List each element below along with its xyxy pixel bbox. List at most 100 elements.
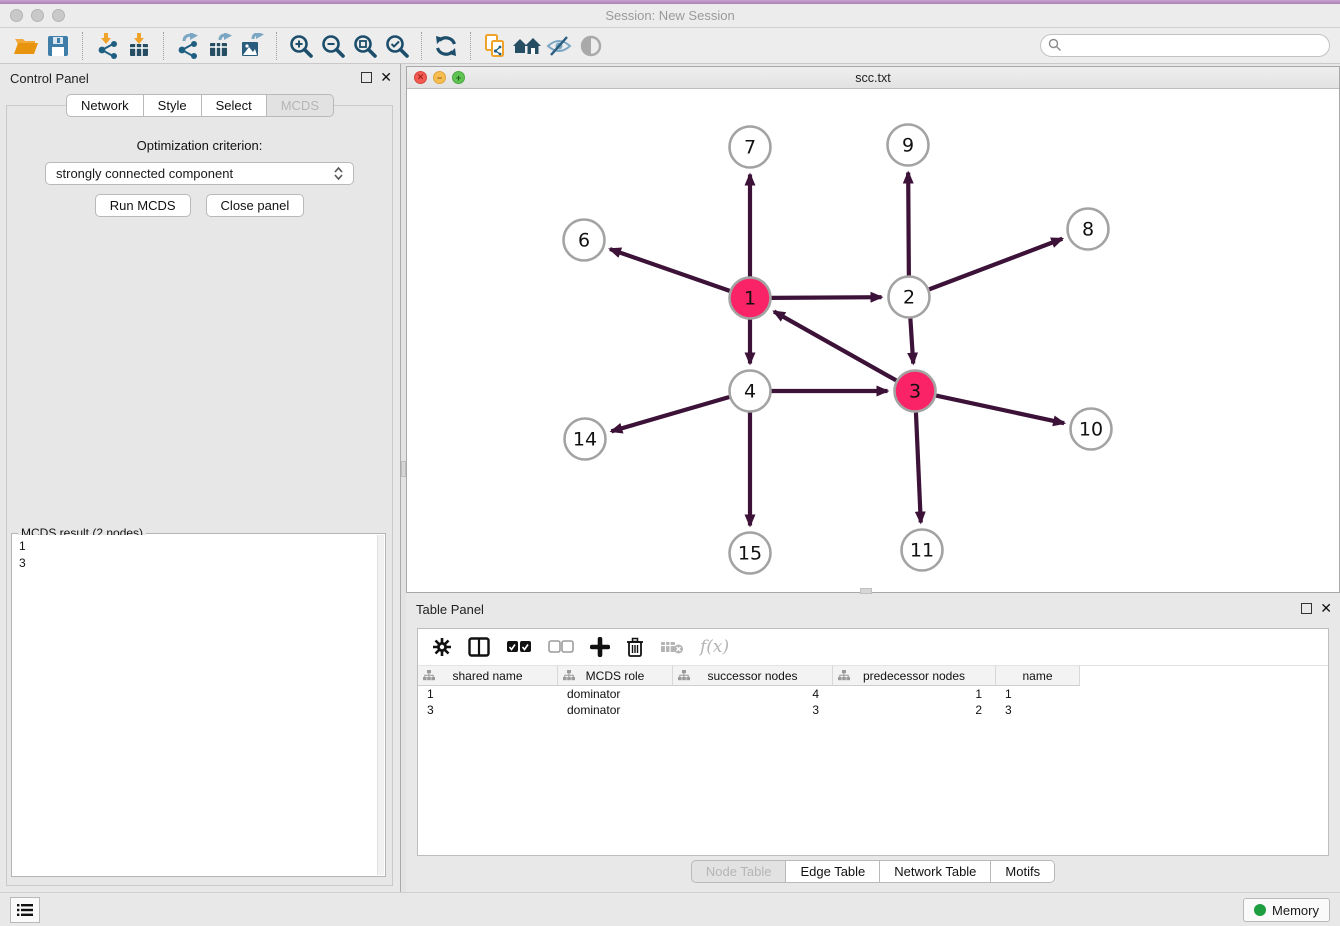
zoom-selected-icon[interactable] bbox=[381, 31, 413, 61]
gear-icon[interactable] bbox=[432, 637, 452, 657]
edge-3-10[interactable] bbox=[936, 396, 1064, 424]
select-all-icon[interactable] bbox=[506, 640, 532, 654]
float-table-panel-icon[interactable] bbox=[1301, 603, 1312, 614]
export-network-icon[interactable] bbox=[172, 31, 204, 61]
import-table-icon[interactable] bbox=[123, 31, 155, 61]
export-table-icon[interactable] bbox=[204, 31, 236, 61]
graph-node-14[interactable]: 14 bbox=[565, 419, 606, 460]
show-panel-list-button[interactable] bbox=[10, 897, 40, 923]
refresh-layout-icon[interactable] bbox=[430, 31, 462, 61]
select-none-icon[interactable] bbox=[548, 640, 574, 654]
toolbar-separator bbox=[421, 32, 422, 60]
tab-motifs[interactable]: Motifs bbox=[991, 860, 1055, 883]
table-cell[interactable]: 3 bbox=[418, 702, 558, 718]
table-cell[interactable]: 3 bbox=[673, 702, 833, 718]
graph-node-4[interactable]: 4 bbox=[730, 371, 771, 412]
clone-network-icon[interactable] bbox=[479, 31, 511, 61]
table-cell[interactable]: 1 bbox=[833, 686, 996, 702]
tab-network-table[interactable]: Network Table bbox=[880, 860, 991, 883]
table-cell[interactable]: dominator bbox=[558, 686, 673, 702]
add-row-icon[interactable] bbox=[590, 637, 610, 657]
toolbar-search bbox=[1040, 34, 1330, 57]
delete-row-icon[interactable] bbox=[626, 637, 644, 657]
table-cell[interactable]: 1 bbox=[418, 686, 558, 702]
open-file-icon[interactable] bbox=[10, 31, 42, 61]
column-header-successor-nodes[interactable]: successor nodes bbox=[673, 666, 833, 686]
graph-node-1[interactable]: 1 bbox=[730, 278, 771, 319]
graph-node-15[interactable]: 15 bbox=[730, 533, 771, 574]
column-header-name[interactable]: name bbox=[996, 666, 1080, 686]
table-toolbar: f(x) bbox=[418, 629, 1328, 666]
graph-node-7[interactable]: 7 bbox=[730, 127, 771, 168]
home-icon[interactable] bbox=[511, 31, 543, 61]
edge-1-2[interactable] bbox=[771, 297, 881, 298]
edge-3-11[interactable] bbox=[916, 412, 921, 522]
eye-disabled-icon[interactable] bbox=[575, 31, 607, 61]
edge-3-1[interactable] bbox=[774, 312, 896, 381]
graph-node-8[interactable]: 8 bbox=[1068, 209, 1109, 250]
network-graph[interactable]: 7 9 6 8 1 2 4 3 14 10 15 11 bbox=[407, 89, 1339, 594]
column-header-shared-name[interactable]: shared name bbox=[418, 666, 558, 686]
app-titlebar: Session: New Session bbox=[0, 0, 1340, 28]
graph-node-9[interactable]: 9 bbox=[888, 125, 929, 166]
zoom-out-icon[interactable] bbox=[317, 31, 349, 61]
import-network-icon[interactable] bbox=[91, 31, 123, 61]
tab-node-table[interactable]: Node Table bbox=[691, 860, 787, 883]
graph-node-6[interactable]: 6 bbox=[564, 220, 605, 261]
hide-eye-icon[interactable] bbox=[543, 31, 575, 61]
edge-4-14[interactable] bbox=[611, 397, 729, 431]
edge-1-6[interactable] bbox=[610, 249, 730, 291]
close-panel-icon[interactable]: ✕ bbox=[380, 70, 392, 84]
optimization-criterion-select[interactable]: strongly connected component bbox=[45, 162, 354, 185]
mcds-result-text[interactable]: 1 3 bbox=[13, 535, 377, 875]
table-cell[interactable]: 4 bbox=[673, 686, 833, 702]
edge-2-9[interactable] bbox=[908, 172, 909, 275]
tab-select[interactable]: Select bbox=[202, 94, 267, 117]
optimization-criterion-value: strongly connected component bbox=[56, 166, 233, 181]
table-cell[interactable]: 3 bbox=[996, 702, 1080, 718]
search-icon bbox=[1048, 38, 1062, 55]
mcds-result-box: MCDS result (2 nodes) 1 3 bbox=[11, 533, 386, 877]
tab-mcds[interactable]: MCDS bbox=[267, 94, 334, 117]
table-cell[interactable]: dominator bbox=[558, 702, 673, 718]
delete-table-icon[interactable] bbox=[660, 639, 684, 655]
export-image-icon[interactable] bbox=[236, 31, 268, 61]
svg-text:10: 10 bbox=[1079, 419, 1103, 441]
result-scrollbar[interactable] bbox=[377, 535, 384, 875]
horizontal-splitter-grip[interactable] bbox=[860, 588, 872, 594]
save-session-icon[interactable] bbox=[42, 31, 74, 61]
tab-network[interactable]: Network bbox=[66, 94, 144, 117]
table-row[interactable]: 1dominator411 bbox=[418, 686, 1328, 702]
table-cell[interactable]: 2 bbox=[833, 702, 996, 718]
memory-button[interactable]: Memory bbox=[1243, 898, 1330, 922]
network-canvas[interactable]: 7 9 6 8 1 2 4 3 14 10 15 11 bbox=[407, 89, 1339, 592]
main-toolbar bbox=[0, 28, 1340, 64]
close-panel-button[interactable]: Close panel bbox=[206, 194, 305, 217]
run-mcds-button[interactable]: Run MCDS bbox=[95, 194, 191, 217]
edge-2-3[interactable] bbox=[910, 318, 913, 363]
memory-status-icon bbox=[1254, 904, 1266, 916]
function-builder-icon[interactable]: f(x) bbox=[700, 637, 729, 657]
table-cell[interactable]: 1 bbox=[996, 686, 1080, 702]
graph-node-2[interactable]: 2 bbox=[889, 277, 930, 318]
tab-style[interactable]: Style bbox=[144, 94, 202, 117]
svg-text:9: 9 bbox=[902, 135, 914, 157]
tab-edge-table[interactable]: Edge Table bbox=[786, 860, 880, 883]
close-table-panel-icon[interactable]: ✕ bbox=[1320, 601, 1332, 615]
show-columns-icon[interactable] bbox=[468, 637, 490, 657]
column-header-predecessor-nodes[interactable]: predecessor nodes bbox=[833, 666, 996, 686]
network-window-titlebar[interactable]: ✕ − + scc.txt bbox=[407, 67, 1339, 89]
control-panel-tabs: NetworkStyleSelectMCDS bbox=[0, 94, 400, 117]
search-input[interactable] bbox=[1040, 34, 1330, 57]
graph-node-10[interactable]: 10 bbox=[1071, 409, 1112, 450]
edge-2-8[interactable] bbox=[929, 239, 1062, 290]
chevron-updown-icon bbox=[334, 167, 343, 180]
float-panel-icon[interactable] bbox=[361, 72, 372, 83]
zoom-fit-icon[interactable] bbox=[349, 31, 381, 61]
svg-text:4: 4 bbox=[744, 381, 756, 403]
graph-node-3[interactable]: 3 bbox=[895, 371, 936, 412]
graph-node-11[interactable]: 11 bbox=[902, 530, 943, 571]
column-header-mcds-role[interactable]: MCDS role bbox=[558, 666, 673, 686]
zoom-in-icon[interactable] bbox=[285, 31, 317, 61]
table-row[interactable]: 3dominator323 bbox=[418, 702, 1328, 718]
